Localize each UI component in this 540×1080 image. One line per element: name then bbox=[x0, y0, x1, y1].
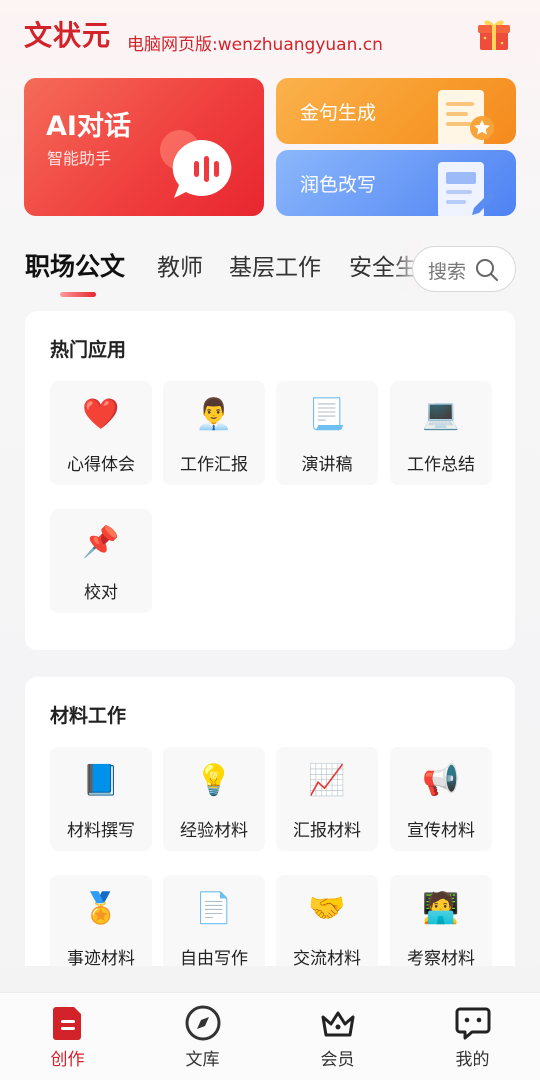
document-pen-icon bbox=[434, 158, 498, 216]
app-tile[interactable]: ❤️ 心得体会 bbox=[50, 381, 152, 485]
tab-grassroots-work[interactable]: 基层工作 bbox=[229, 248, 321, 282]
search-icon bbox=[475, 258, 499, 282]
app-tile-label: 材料撰写 bbox=[67, 821, 135, 841]
app-tile-label: 工作汇报 bbox=[180, 455, 248, 475]
laptop-icon: 💻 bbox=[422, 397, 460, 432]
app-tile-label: 工作总结 bbox=[407, 455, 475, 475]
nav-label: 会员 bbox=[320, 1050, 355, 1070]
megaphone-icon: 📢 bbox=[422, 763, 460, 798]
app-tile[interactable]: 📈 汇报材料 bbox=[276, 747, 378, 851]
light-bulb-icon: 💡 bbox=[195, 763, 233, 798]
app-tile[interactable]: 📌 校对 bbox=[50, 509, 152, 613]
bottom-nav: 创作 文库 会员 我的 bbox=[0, 992, 540, 1080]
app-tile[interactable]: 🧑‍💻 考察材料 bbox=[390, 875, 492, 979]
chart-increasing-icon: 📈 bbox=[308, 763, 346, 798]
active-tab-indicator bbox=[60, 292, 96, 297]
app-tile[interactable]: 🤝 交流材料 bbox=[276, 875, 378, 979]
app-tile[interactable]: 👨‍💼 工作汇报 bbox=[163, 381, 265, 485]
message-face-icon bbox=[453, 1003, 493, 1043]
scroll-page-icon: 📃 bbox=[308, 397, 346, 432]
nav-label: 我的 bbox=[455, 1050, 490, 1070]
section-title: 材料工作 bbox=[50, 705, 127, 727]
section-hot-apps: 热门应用 ❤️ 心得体会 👨‍💼 工作汇报 📃 演讲稿 💻 工作总结 📌 校对 bbox=[25, 311, 515, 650]
document-star-icon bbox=[434, 86, 498, 144]
nav-item-membership[interactable]: 会员 bbox=[270, 993, 405, 1080]
office-worker-icon: 👨‍💼 bbox=[195, 397, 233, 432]
tab-workplace-docs[interactable]: 职场公文 bbox=[25, 247, 125, 283]
app-tile-label: 经验材料 bbox=[180, 821, 248, 841]
ai-chat-subtitle: 智能助手 bbox=[47, 149, 112, 168]
golden-sentence-title: 金句生成 bbox=[300, 102, 377, 124]
section-title: 热门应用 bbox=[50, 339, 127, 361]
search-label: 搜索 bbox=[428, 261, 467, 283]
app-tile[interactable]: 📢 宣传材料 bbox=[390, 747, 492, 851]
page-facing-up-icon: 📄 bbox=[195, 891, 233, 926]
tab-teacher[interactable]: 教师 bbox=[157, 248, 203, 282]
app-logo: 文状元 bbox=[24, 19, 112, 52]
app-tile[interactable]: 🏅 事迹材料 bbox=[50, 875, 152, 979]
compass-icon bbox=[183, 1003, 223, 1043]
app-header: 文状元 电脑网页版:wenzhuangyuan.cn bbox=[0, 0, 540, 70]
technologist-icon: 🧑‍💻 bbox=[422, 891, 460, 926]
crown-icon bbox=[318, 1003, 358, 1043]
handshake-icon: 🤝 bbox=[308, 891, 346, 926]
polish-rewrite-title: 润色改写 bbox=[300, 174, 377, 196]
nav-item-library[interactable]: 文库 bbox=[135, 993, 270, 1080]
medal-icon: 🏅 bbox=[82, 891, 120, 926]
app-tile[interactable]: 📘 材料撰写 bbox=[50, 747, 152, 851]
section-material-work: 材料工作 📘 材料撰写 💡 经验材料 📈 汇报材料 📢 宣传材料 🏅 事迹材料 … bbox=[25, 677, 515, 997]
golden-sentence-card[interactable]: 金句生成 bbox=[276, 78, 516, 144]
app-tile-label: 演讲稿 bbox=[301, 455, 353, 475]
gift-icon[interactable] bbox=[476, 16, 512, 52]
app-tile[interactable]: 📄 自由写作 bbox=[163, 875, 265, 979]
app-tile[interactable]: 💻 工作总结 bbox=[390, 381, 492, 485]
app-tile-label: 校对 bbox=[84, 583, 118, 603]
pushpin-icon: 📌 bbox=[82, 525, 120, 560]
nav-item-create[interactable]: 创作 bbox=[0, 993, 135, 1080]
app-tile[interactable]: 📃 演讲稿 bbox=[276, 381, 378, 485]
ai-chat-card[interactable]: AI对话 智能助手 bbox=[24, 78, 264, 216]
nav-label: 创作 bbox=[50, 1050, 85, 1070]
nav-label: 文库 bbox=[185, 1050, 220, 1070]
polish-rewrite-card[interactable]: 润色改写 bbox=[276, 150, 516, 216]
heart-icon: ❤️ bbox=[82, 397, 120, 432]
app-tile[interactable]: 💡 经验材料 bbox=[163, 747, 265, 851]
ai-chat-title: AI对话 bbox=[46, 111, 131, 142]
app-tile-label: 心得体会 bbox=[67, 455, 135, 475]
app-tile-label: 汇报材料 bbox=[293, 821, 361, 841]
scroll-gap bbox=[0, 966, 540, 992]
search-button[interactable]: 搜索 bbox=[412, 246, 516, 292]
chat-bubble-icon bbox=[156, 128, 246, 208]
create-doc-icon bbox=[48, 1003, 88, 1043]
web-version-text[interactable]: 电脑网页版:wenzhuangyuan.cn bbox=[127, 30, 383, 55]
nav-item-mine[interactable]: 我的 bbox=[405, 993, 540, 1080]
app-tile-label: 宣传材料 bbox=[407, 821, 475, 841]
blue-book-icon: 📘 bbox=[82, 763, 120, 798]
